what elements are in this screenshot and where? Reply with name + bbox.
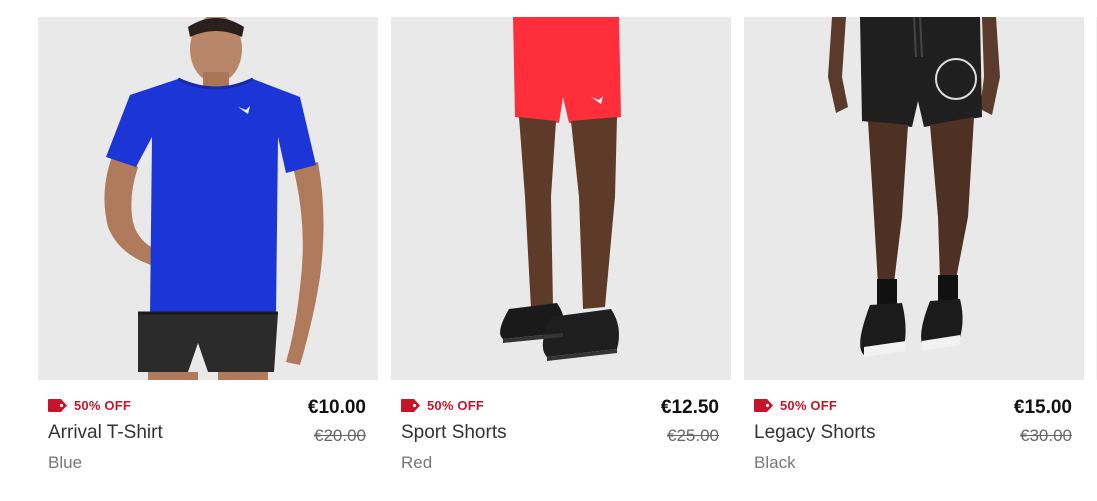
- original-price: €20.00: [314, 426, 366, 445]
- product-card[interactable]: 50% OFF Sport Shorts Red €12.50 €25.00: [391, 17, 731, 487]
- product-image[interactable]: [391, 17, 731, 380]
- product-color: Blue: [48, 453, 83, 472]
- discount-badge: 50% OFF: [754, 398, 837, 413]
- original-price: €25.00: [667, 426, 719, 445]
- product-name[interactable]: Legacy Shorts: [754, 422, 875, 444]
- discount-badge: 50% OFF: [48, 398, 131, 413]
- product-color: Black: [754, 453, 796, 472]
- product-info: 50% OFF Arrival T-Shirt Blue €10.00 €20.…: [48, 395, 366, 485]
- product-info: 50% OFF Sport Shorts Red €12.50 €25.00: [401, 395, 719, 485]
- product-image[interactable]: [38, 17, 378, 380]
- original-price: €30.00: [1020, 426, 1072, 445]
- product-color: Red: [401, 453, 433, 472]
- tag-icon: [754, 399, 773, 412]
- discount-label: 50% OFF: [427, 398, 485, 413]
- sale-price: €10.00: [307, 397, 366, 418]
- sale-price: €12.50: [660, 397, 719, 418]
- product-card[interactable]: 50% OFF Legacy Shorts Black €15.00 €30.0…: [744, 17, 1084, 487]
- discount-label: 50% OFF: [780, 398, 838, 413]
- tag-icon: [401, 399, 420, 412]
- product-photo-black-shorts: [744, 17, 1084, 380]
- product-name[interactable]: Arrival T-Shirt: [48, 422, 163, 444]
- discount-badge: 50% OFF: [401, 398, 484, 413]
- product-photo-red-shorts: [391, 17, 731, 380]
- product-name[interactable]: Sport Shorts: [401, 422, 507, 444]
- product-image[interactable]: [744, 17, 1084, 380]
- discount-label: 50% OFF: [74, 398, 132, 413]
- sale-price: €15.00: [1013, 397, 1072, 418]
- product-info: 50% OFF Legacy Shorts Black €15.00 €30.0…: [754, 395, 1072, 485]
- product-card[interactable]: 50% OFF Arrival T-Shirt Blue €10.00 €20.…: [38, 17, 378, 487]
- tag-icon: [48, 399, 67, 412]
- product-carousel: 50% OFF Arrival T-Shirt Blue €10.00 €20.…: [0, 0, 1097, 501]
- product-photo-tshirt: [38, 17, 378, 380]
